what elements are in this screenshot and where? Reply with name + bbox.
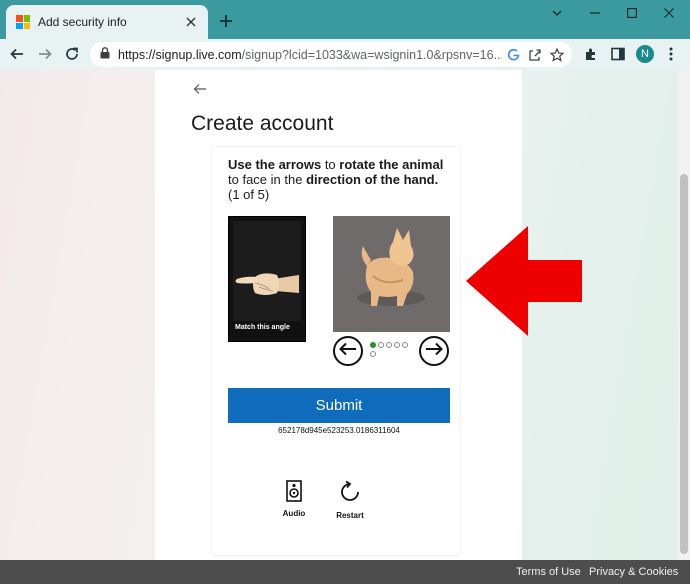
- privacy-cookies-link[interactable]: Privacy & Cookies: [589, 566, 678, 578]
- restart-label: Restart: [336, 511, 364, 520]
- rotate-right-button[interactable]: [419, 336, 449, 366]
- restart-icon: [338, 480, 362, 508]
- step-indicator: (1 of 5): [228, 187, 270, 202]
- page-scrollbar[interactable]: [678, 70, 690, 560]
- captcha-puzzle: Use the arrows to rotate the animal to f…: [211, 146, 461, 556]
- page-title: Create account: [191, 112, 334, 135]
- arrow-left-icon: [339, 342, 357, 361]
- browser-toolbar: https://signup.live.com/signup?lcid=1033…: [0, 39, 690, 70]
- arrow-right-icon: [425, 342, 443, 361]
- audio-label: Audio: [282, 509, 306, 518]
- progress-dot: [378, 342, 384, 348]
- menu-dots-icon[interactable]: [660, 43, 682, 65]
- tab-close-icon[interactable]: [182, 13, 200, 31]
- microsoft-logo-icon: [16, 15, 30, 29]
- audio-button[interactable]: Audio: [274, 480, 314, 518]
- page-viewport: Create account Use the arrows to rotate …: [0, 70, 690, 560]
- extensions-icon[interactable]: [580, 43, 602, 65]
- minimize-icon[interactable]: [576, 2, 614, 24]
- back-arrow-icon[interactable]: [193, 82, 209, 98]
- terms-of-use-link[interactable]: Terms of Use: [516, 566, 581, 578]
- restart-button[interactable]: Restart: [330, 480, 370, 520]
- progress-dot: [370, 342, 376, 348]
- star-icon[interactable]: [546, 44, 568, 66]
- rotate-left-button[interactable]: [333, 336, 363, 366]
- close-window-icon[interactable]: [650, 2, 688, 24]
- tab-bar: Add security info: [0, 0, 690, 39]
- reload-icon[interactable]: [61, 43, 83, 65]
- share-icon[interactable]: [524, 44, 546, 66]
- address-bar[interactable]: https://signup.live.com/signup?lcid=1033…: [90, 42, 572, 67]
- reference-hand-image: Match this angle: [228, 216, 306, 342]
- back-arrow-icon[interactable]: [6, 43, 28, 65]
- instruction-text: Use the arrows to rotate the animal to f…: [228, 157, 444, 202]
- red-pointer-arrow-icon: [466, 226, 582, 336]
- progress-dot: [402, 342, 408, 348]
- forward-arrow-icon[interactable]: [34, 43, 56, 65]
- progress-dots: [370, 342, 415, 362]
- browser-tab[interactable]: Add security info: [6, 5, 208, 39]
- chevron-down-icon[interactable]: [538, 2, 576, 24]
- hand-caption: Match this angle: [235, 324, 290, 331]
- maximize-icon[interactable]: [613, 2, 651, 24]
- new-tab-icon[interactable]: [216, 11, 236, 31]
- scrollbar-thumb[interactable]: [680, 174, 688, 554]
- progress-dot: [386, 342, 392, 348]
- animal-image: [333, 216, 450, 332]
- progress-dot: [394, 342, 400, 348]
- url-text: https://signup.live.com/signup?lcid=1033…: [118, 47, 502, 62]
- tab-title: Add security info: [38, 15, 127, 29]
- submit-button[interactable]: Submit: [228, 388, 450, 423]
- page-footer: Terms of Use Privacy & Cookies: [0, 560, 690, 584]
- hand-picture: [233, 221, 301, 321]
- session-code: 652178d945e523253.0186311604: [278, 426, 400, 435]
- profile-avatar[interactable]: N: [636, 45, 654, 63]
- sidepanel-icon[interactable]: [607, 43, 629, 65]
- google-icon[interactable]: [502, 44, 524, 66]
- progress-dot: [370, 351, 376, 357]
- lock-icon[interactable]: [100, 46, 110, 64]
- speaker-icon: [286, 480, 302, 506]
